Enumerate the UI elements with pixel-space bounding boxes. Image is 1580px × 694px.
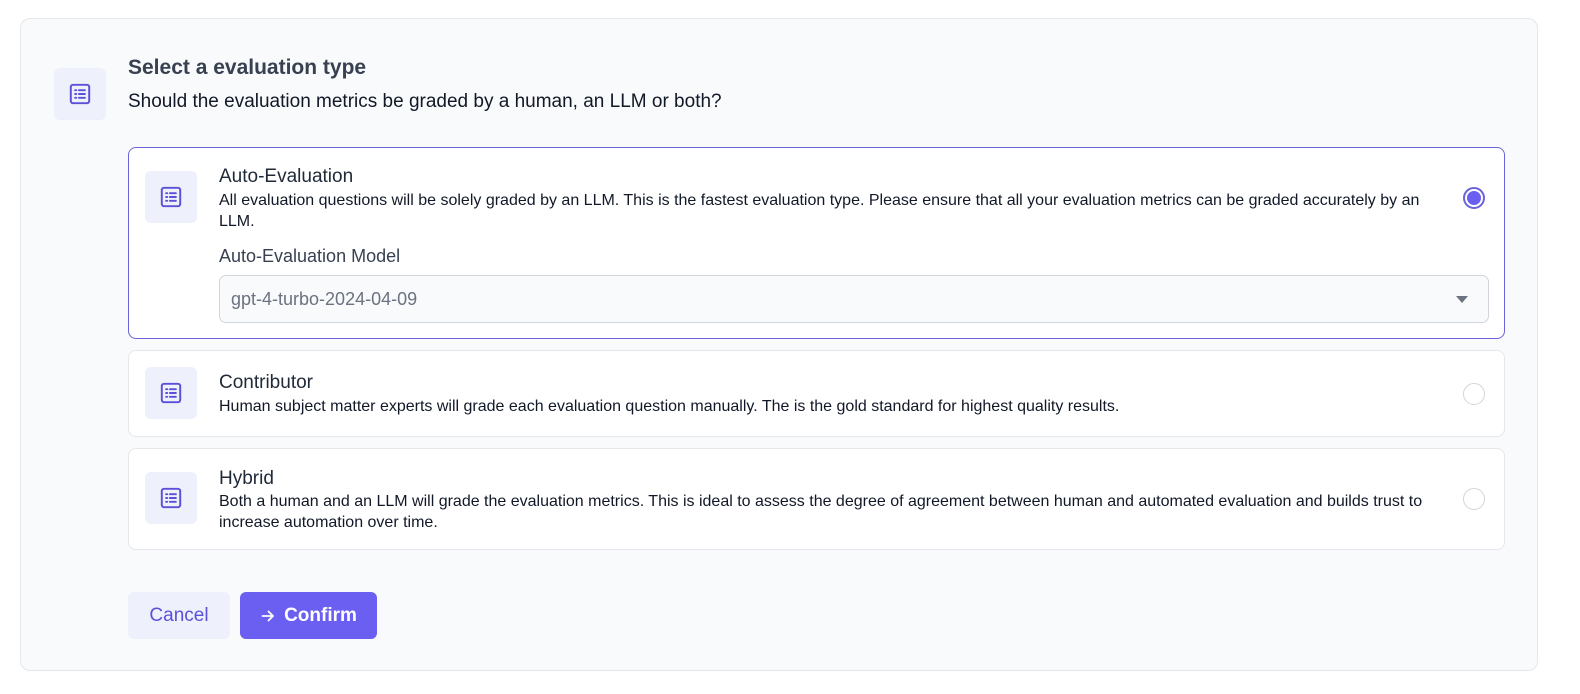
option-description: Both a human and an LLM will grade the e…: [219, 493, 1423, 531]
option-contributor[interactable]: Contributor Human subject matter experts…: [128, 350, 1505, 437]
model-select[interactable]: gpt-4-turbo-2024-04-09: [219, 275, 1489, 323]
radio-contributor[interactable]: [1463, 383, 1485, 405]
model-select-value: gpt-4-turbo-2024-04-09: [231, 289, 418, 309]
model-label: Auto-Evaluation Model: [219, 246, 401, 266]
cancel-button[interactable]: Cancel: [128, 592, 230, 639]
page-title: Select a evaluation type: [128, 56, 367, 79]
list-icon: [145, 472, 197, 524]
arrow-right-icon: [260, 608, 276, 624]
option-title: Hybrid: [219, 468, 274, 489]
option-title: Contributor: [219, 372, 313, 393]
list-icon: [145, 171, 197, 223]
option-title: Auto-Evaluation: [219, 166, 354, 187]
evaluation-type-panel: Select a evaluation type Should the eval…: [20, 18, 1538, 671]
radio-auto-evaluation[interactable]: [1463, 187, 1485, 209]
option-hybrid[interactable]: Hybrid Both a human and an LLM will grad…: [128, 448, 1505, 550]
radio-hybrid[interactable]: [1463, 488, 1485, 510]
list-icon: [54, 68, 106, 120]
list-icon: [145, 367, 197, 419]
caret-down-icon: [1456, 296, 1468, 303]
confirm-button-label: Confirm: [284, 604, 357, 626]
option-description: Human subject matter experts will grade …: [219, 398, 1120, 415]
confirm-button[interactable]: Confirm: [240, 592, 377, 639]
option-auto-evaluation[interactable]: Auto-Evaluation All evaluation questions…: [128, 147, 1505, 339]
option-description: All evaluation questions will be solely …: [219, 192, 1420, 230]
page-subtitle: Should the evaluation metrics be graded …: [128, 91, 722, 112]
